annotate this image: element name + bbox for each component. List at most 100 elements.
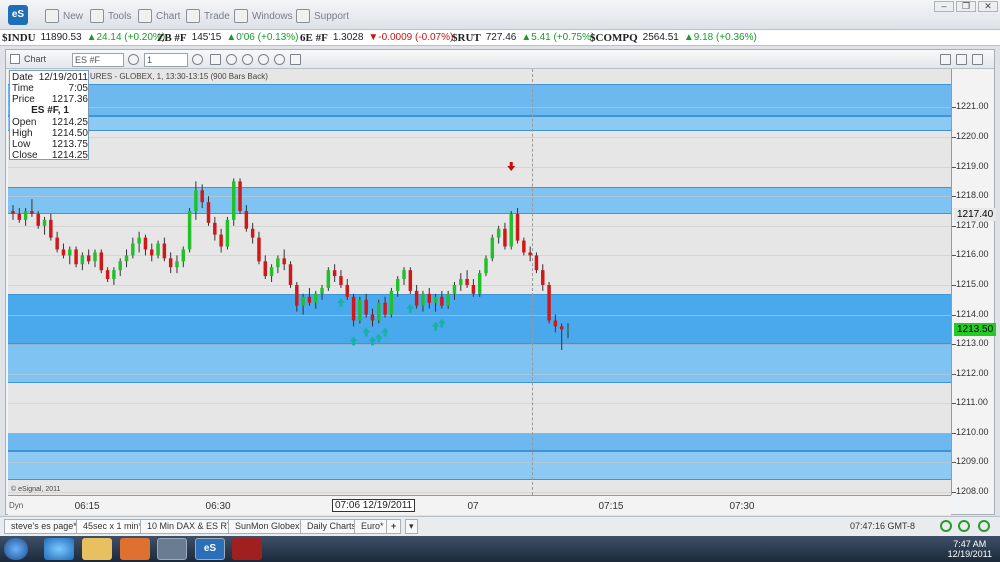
chart-close-icon[interactable]: [972, 54, 983, 65]
symbol-options-icon[interactable]: [128, 54, 139, 65]
candle: [509, 211, 513, 250]
price-axis[interactable]: 1221.00 1220.00 1219.00 1218.00 1217.00 1216.…: [951, 69, 994, 496]
close-icon[interactable]: ✕: [978, 1, 998, 12]
start-button-icon[interactable]: [4, 538, 28, 560]
candle: [320, 284, 324, 300]
info-title: ES #F, 1: [31, 105, 69, 116]
y-tick-label: 1220.00: [956, 131, 989, 142]
windows-button[interactable]: Windows: [234, 7, 293, 25]
interval-input[interactable]: 1: [144, 53, 188, 67]
candle: [433, 293, 438, 312]
buy-signal-arrow: [406, 303, 415, 313]
candle: [99, 249, 104, 274]
support-button[interactable]: Support: [296, 7, 349, 25]
restore-icon[interactable]: ❐: [956, 1, 976, 12]
new-button[interactable]: New: [45, 7, 83, 25]
candle: [358, 296, 362, 324]
power-icon[interactable]: [978, 520, 990, 532]
file-explorer-icon[interactable]: [82, 538, 112, 560]
chart-restore-icon[interactable]: [940, 54, 951, 65]
media-player-icon[interactable]: [120, 538, 150, 560]
remote-desktop-icon[interactable]: [157, 538, 187, 560]
tab-45sec-x-1-min[interactable]: 45sec x 1 min*: [76, 519, 150, 534]
esignal-taskbar-icon[interactable]: eS: [195, 538, 225, 560]
candle-body: [11, 211, 15, 214]
candle: [200, 184, 204, 209]
chart-window-title: Chart: [24, 54, 47, 64]
page-tab-bar: steve's es page* 45sec x 1 min* 10 Min D…: [0, 516, 1000, 536]
settings-icon[interactable]: [258, 54, 269, 65]
y-tick-label: 1215.00: [956, 278, 989, 289]
candle-body: [364, 299, 368, 315]
esignal-watermark: © eSignal, 2011: [11, 486, 61, 493]
system-clock[interactable]: 7:47 AM 12/19/2011: [948, 539, 992, 559]
price-chart-plot[interactable]: © eSignal, 2011: [8, 69, 951, 495]
candle-body: [168, 258, 173, 268]
connection-status-icon[interactable]: [940, 520, 952, 532]
ticker-item[interactable]: ZB #F 145'15 ▲0'06 (+0.13%): [157, 32, 299, 44]
refresh-icon[interactable]: [958, 520, 970, 532]
candle: [225, 216, 230, 250]
clock-icon[interactable]: [274, 54, 285, 65]
internet-explorer-icon[interactable]: [44, 538, 74, 560]
interval-options-icon[interactable]: [192, 54, 203, 65]
symbol-input[interactable]: ES #F: [72, 53, 124, 67]
candle-body: [238, 181, 242, 211]
candle: [118, 258, 122, 277]
candle-body: [465, 279, 469, 285]
buy-signal-arrow: [431, 321, 440, 331]
tab-steves-es-page[interactable]: steve's es page*: [4, 519, 84, 534]
draw-tool-icon[interactable]: [210, 54, 221, 65]
candle: [515, 208, 520, 244]
candle: [131, 237, 135, 259]
ticker-item[interactable]: $COMPQ 2564.51 ▲9.18 (+0.36%): [590, 32, 757, 44]
ticker-item[interactable]: $INDU 11890.53 ▲24.14 (+0.20%): [2, 32, 165, 44]
candle-body: [553, 320, 558, 327]
chart-maximize-icon[interactable]: [956, 54, 967, 65]
candle-body: [440, 296, 444, 306]
candle: [36, 211, 40, 229]
chart-button[interactable]: Chart: [138, 7, 180, 25]
trade-button[interactable]: Trade: [186, 7, 230, 25]
tools-button[interactable]: Tools: [90, 7, 131, 25]
candle-body: [433, 296, 438, 303]
candle-body: [36, 213, 40, 226]
candle-body: [503, 228, 507, 247]
price-tag: 1217.40: [954, 207, 997, 221]
candle: [395, 276, 400, 297]
candle: [465, 270, 469, 288]
ticker-item[interactable]: $RUT 727.46 ▲5.41 (+0.75%): [452, 32, 594, 44]
candle: [232, 178, 236, 226]
candle: [86, 249, 91, 265]
minimize-icon[interactable]: –: [934, 1, 954, 12]
tab-sunmon-globex[interactable]: SunMon Globex*: [228, 519, 311, 534]
tab-menu-icon[interactable]: ▾: [405, 519, 418, 534]
candle-body: [559, 326, 564, 330]
add-tab-button[interactable]: +: [386, 519, 402, 534]
candle: [137, 231, 141, 253]
candle-body: [206, 202, 211, 223]
ticker-item[interactable]: 6E #F 1.3028 ▼-0.0009 (-0.07%): [300, 32, 453, 44]
candle-body: [471, 284, 476, 294]
candle-body: [86, 255, 91, 262]
app-taskbar-icon[interactable]: [232, 538, 262, 560]
candle-body: [187, 211, 192, 250]
info-row: Close 1214.25: [12, 150, 88, 161]
candle-body: [213, 222, 217, 235]
candle: [459, 273, 463, 291]
candle-body: [339, 276, 343, 285]
candle-body: [320, 287, 324, 294]
windows-taskbar: eS 7:47 AM 12/19/2011: [0, 536, 1000, 562]
x-tick-label: 06:15: [74, 501, 100, 512]
candle: [503, 222, 507, 250]
candle: [288, 261, 293, 288]
candle: [175, 255, 179, 274]
time-axis[interactable]: Dyn 06:1506:3006:450707:1507:30: [8, 495, 951, 515]
zoom-in-icon[interactable]: [242, 54, 253, 65]
candle: [30, 199, 34, 217]
candle-body: [402, 270, 406, 280]
candle: [55, 231, 59, 253]
zoom-out-icon[interactable]: [226, 54, 237, 65]
link-icon[interactable]: [290, 54, 301, 65]
chart-study-label: URES - GLOBEX, 1, 13:30-13:15 (900 Bars …: [90, 72, 268, 81]
